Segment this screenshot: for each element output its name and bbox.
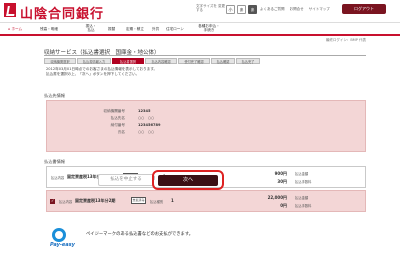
payment-info-heading: 払込書情報	[44, 159, 65, 164]
step-5: 受付完了確認	[178, 58, 210, 64]
payee-label: 収納機関番号	[103, 109, 125, 113]
payment-amount: 900円	[274, 171, 287, 176]
step-3-current: 払込書選択	[112, 58, 144, 64]
payment-amount: 22,000円	[267, 195, 287, 200]
payeasy-mark-icon	[52, 228, 66, 242]
last-login-info: 最終ログイン：BMP 代表	[325, 38, 366, 42]
payment-fee: 0円	[280, 203, 287, 208]
step-4: 払込内容確認	[145, 58, 177, 64]
payee-value: 123456789	[138, 123, 161, 127]
faq-link[interactable]: よくあるご質問	[260, 7, 285, 11]
payee-label: 氏名	[117, 130, 125, 134]
step-6: 払込確認	[211, 58, 235, 64]
payment-fee-label: 払込手数料	[295, 180, 312, 184]
nav-item-home[interactable]: ⌂ ホーム	[8, 27, 22, 31]
nav-item-housing-loan[interactable]: 住宅ローン	[166, 27, 184, 31]
payee-value: ○○ ○○	[138, 130, 155, 134]
font-size-medium-button[interactable]: あ	[237, 5, 246, 14]
payment-amount-label: 払込金額	[295, 196, 309, 200]
nav-item-applications[interactable]: 各種お申込・ 手続き	[196, 24, 222, 32]
payment-fee: 30円	[277, 179, 287, 184]
step-2: 払込書情報入力	[77, 58, 111, 64]
contact-link[interactable]: お問合せ	[290, 7, 304, 11]
nav-item-furikae[interactable]: 振替	[108, 27, 115, 31]
payee-info-box: 収納機関番号 12345 払込先名 ○○ ○○ 納付番号 123456789 氏…	[46, 100, 366, 152]
header: 山陰合同銀行 文字サイズを 変更する 小 あ あ よくあるご質問 お問合せ サイ…	[0, 0, 400, 22]
home-icon: ⌂	[8, 27, 11, 31]
payeasy-logo: Pay-easy	[50, 228, 80, 250]
cancel-payment-button[interactable]: 払込を中止する	[98, 174, 154, 186]
step-7: 払込完了	[236, 58, 260, 64]
nav-item-deposit[interactable]: 定期・積立	[126, 27, 144, 31]
next-button-highlight: 次へ	[152, 170, 224, 190]
nav-item-transfer[interactable]: 振込・ 払込	[84, 24, 98, 32]
title-divider	[44, 55, 366, 56]
payeasy-note: ペイジーマークのある払込書などのお支払ができます。	[86, 232, 193, 237]
payment-amount-label: 払込金額	[295, 172, 309, 176]
payee-info-heading: 払込先情報	[44, 93, 65, 98]
payment-count: 1	[171, 198, 174, 203]
logout-button[interactable]: ログアウト	[342, 4, 386, 14]
payment-row-selected[interactable]: 払込内容固定資産税13年分2期 支払済み払込種別 1 22,000円 0円 払込金額払込手…	[46, 190, 366, 212]
paid-badge: 支払済み	[131, 197, 146, 204]
payment-name: 固定資産税13年分2期	[75, 198, 116, 203]
main-nav: ⌂ ホーム 残高・明細 振込・ 払込 振替 定期・積立 外貨 住宅ローン 各種お…	[0, 22, 400, 36]
payment-kind-label: 払込内容	[59, 200, 73, 204]
font-size-large-button[interactable]: あ	[248, 5, 257, 14]
payee-label: 納付番号	[110, 123, 125, 127]
instruction-line-2: 払込書を選択の上、「次へ」ボタンを押下してください。	[46, 72, 140, 76]
bank-name: 山陰合同銀行	[20, 7, 105, 22]
nav-item-balance[interactable]: 残高・明細	[40, 27, 58, 31]
payment-kind-label: 払込内容	[51, 176, 65, 180]
select-checkbox[interactable]	[50, 198, 55, 204]
next-button[interactable]: 次へ	[158, 175, 218, 186]
nav-item-foreign[interactable]: 外貨	[152, 27, 159, 31]
payee-label: 払込先名	[110, 116, 125, 120]
nav-item-label: ホーム	[11, 27, 23, 31]
payment-count-label: 払込種別	[150, 200, 164, 204]
payment-fee-label: 払込手数料	[295, 204, 312, 208]
font-size-small-button[interactable]: 小	[226, 5, 235, 14]
step-1: 収納機関選択	[44, 58, 76, 64]
payeasy-logo-text: Pay-easy	[50, 242, 75, 248]
font-size-label: 文字サイズを 変更する	[196, 4, 226, 12]
header-links: よくあるご質問 お問合せ サイトマップ	[260, 7, 334, 12]
payee-value: ○○ ○○	[138, 116, 155, 120]
instructions: 2012年03月01日時点でのお客さまの払込情報を表示しております。 払込書を選…	[46, 67, 266, 77]
sitemap-link[interactable]: サイトマップ	[309, 7, 330, 11]
payee-value: 12345	[138, 109, 151, 113]
bank-logo-icon	[4, 3, 16, 17]
